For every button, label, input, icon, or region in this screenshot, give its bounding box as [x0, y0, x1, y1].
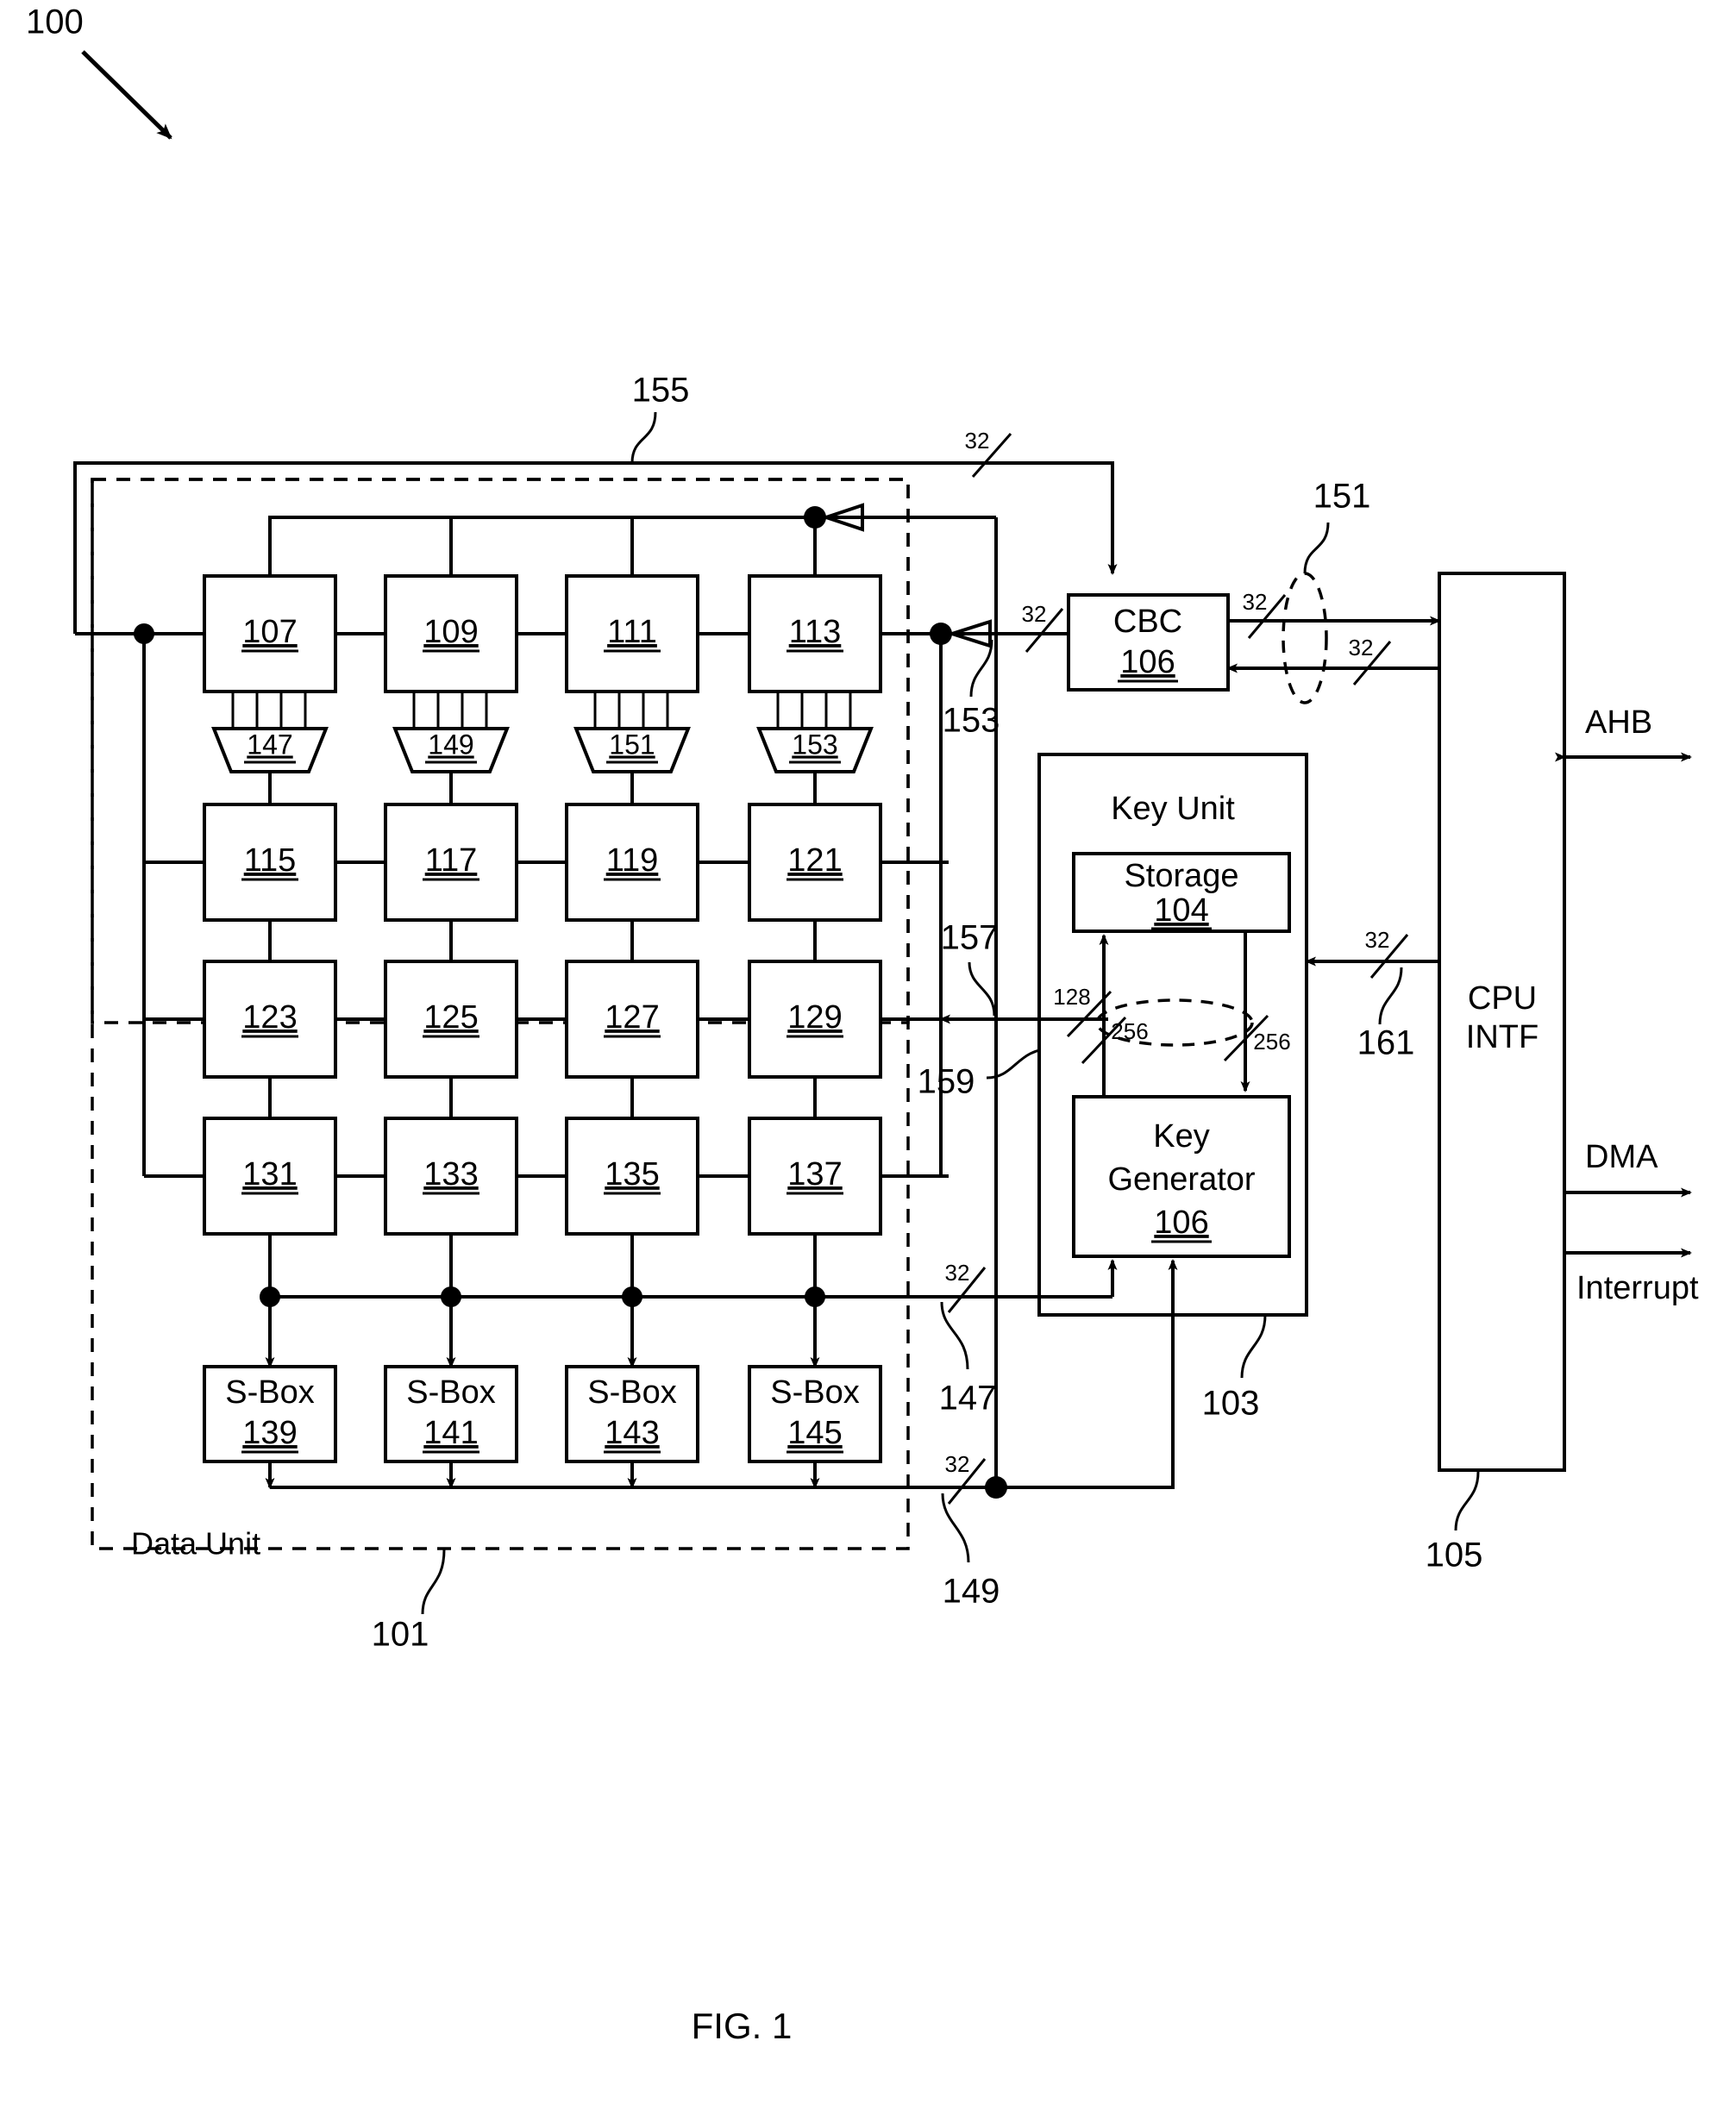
mux-153-label: 153	[792, 729, 837, 760]
register-block-121-label: 121	[787, 842, 842, 879]
data-unit-label: Data Unit	[131, 1526, 260, 1562]
register-block-119-label: 119	[606, 842, 659, 879]
system-ref-arrow-line	[81, 50, 172, 140]
register-block-113-label: 113	[789, 614, 842, 650]
system-ref-label: 100	[26, 3, 84, 41]
bus-width-cbc-out: 32	[1243, 589, 1268, 615]
register-block-127-label: 127	[605, 999, 659, 1036]
ref-label-153: 153	[943, 702, 1000, 740]
bus-width-cbc-back: 32	[1349, 635, 1374, 660]
bus-width-256-a: 256	[1111, 1018, 1148, 1044]
ref-149-leader	[941, 1493, 970, 1563]
key-generator-label-1: Key	[1153, 1118, 1209, 1155]
mux-bit-lines-149	[412, 692, 488, 729]
sbox-145-num: 145	[787, 1415, 842, 1451]
sbox-143-name: S-Box	[587, 1374, 676, 1411]
bundle-ellipse-151	[1282, 572, 1328, 704]
register-block-129-label: 129	[787, 999, 842, 1036]
sbox-145-name: S-Box	[770, 1374, 859, 1411]
register-block-117-label: 117	[425, 842, 478, 879]
ref-label-159: 159	[918, 1063, 975, 1101]
register-block-131-label: 131	[242, 1156, 297, 1192]
junction-dot-left-row1	[134, 623, 154, 644]
key-generator-num: 106	[1154, 1205, 1208, 1241]
sbox-139-name: S-Box	[225, 1374, 314, 1411]
register-block-123-label: 123	[242, 999, 297, 1036]
ref-label-105: 105	[1426, 1537, 1483, 1574]
ref-147-leader	[940, 1301, 969, 1370]
ref-161-leader	[1378, 967, 1403, 1025]
register-block-115-label: 115	[244, 842, 297, 879]
ref-153-leader	[969, 639, 993, 698]
bus-width-cbc-in: 32	[1022, 601, 1047, 627]
storage-num: 104	[1154, 892, 1208, 929]
ahb-port-label: AHB	[1585, 704, 1652, 741]
key-unit-label: Key Unit	[1111, 791, 1235, 827]
bus-width-loopback: 32	[965, 428, 990, 454]
ref-101-leader	[421, 1549, 446, 1615]
cpu-interface-label-2: INTF	[1466, 1019, 1539, 1055]
dma-port-label: DMA	[1585, 1139, 1658, 1175]
register-block-109-label: 109	[423, 614, 478, 650]
ref-label-151: 151	[1313, 478, 1371, 516]
storage-label: Storage	[1124, 858, 1238, 894]
bus-width-256-b: 256	[1253, 1029, 1290, 1055]
ref-103-leader	[1240, 1314, 1267, 1379]
cbc-label: CBC	[1113, 604, 1182, 640]
register-block-133-label: 133	[423, 1156, 478, 1192]
sbox-143-num: 143	[605, 1415, 659, 1451]
register-block-135-label: 135	[605, 1156, 659, 1192]
bus-width-cpu-key: 32	[1365, 927, 1390, 953]
sbox-141-name: S-Box	[406, 1374, 495, 1411]
mux-151-label: 151	[609, 729, 655, 760]
bus-width-128: 128	[1053, 984, 1090, 1010]
ref-label-147: 147	[939, 1380, 997, 1418]
mux-bit-lines-153	[776, 692, 852, 729]
mux-bit-lines-147	[231, 692, 307, 729]
figure-caption: FIG. 1	[692, 2006, 793, 2046]
ref-label-101: 101	[372, 1616, 429, 1654]
interrupt-port-label: Interrupt	[1576, 1270, 1699, 1306]
cpu-interface-label-1: CPU	[1468, 980, 1537, 1017]
ref-label-103: 103	[1202, 1385, 1260, 1423]
mux-147-label: 147	[247, 729, 292, 760]
ref-155-leader	[630, 411, 657, 464]
block-diagram: 100 32 155 107 109 111 113 147 149 151 1…	[26, 3, 1699, 2047]
bus-width-sbox-out: 32	[945, 1451, 970, 1477]
sbox-141-num: 141	[423, 1415, 478, 1451]
ref-label-157: 157	[941, 919, 999, 957]
ref-157-leader	[968, 961, 996, 1017]
register-block-137-label: 137	[787, 1156, 842, 1192]
register-block-125-label: 125	[423, 999, 478, 1036]
ref-105-leader	[1454, 1471, 1480, 1531]
cbc-num: 106	[1120, 644, 1175, 680]
ref-label-161: 161	[1357, 1024, 1415, 1062]
ref-151-leader	[1303, 522, 1330, 574]
ref-label-149: 149	[943, 1573, 1000, 1611]
sbox-139-num: 139	[242, 1415, 297, 1451]
register-block-107-label: 107	[242, 614, 297, 650]
register-block-111-label: 111	[607, 614, 657, 650]
patent-figure-page: 100 32 155 107 109 111 113 147 149 151 1…	[0, 0, 1736, 2103]
bus-width-sbox-in: 32	[945, 1260, 970, 1286]
key-generator-label-2: Generator	[1107, 1161, 1255, 1198]
mux-149-label: 149	[428, 729, 473, 760]
mux-bit-lines-151	[593, 692, 669, 729]
ref-label-155: 155	[632, 372, 690, 410]
